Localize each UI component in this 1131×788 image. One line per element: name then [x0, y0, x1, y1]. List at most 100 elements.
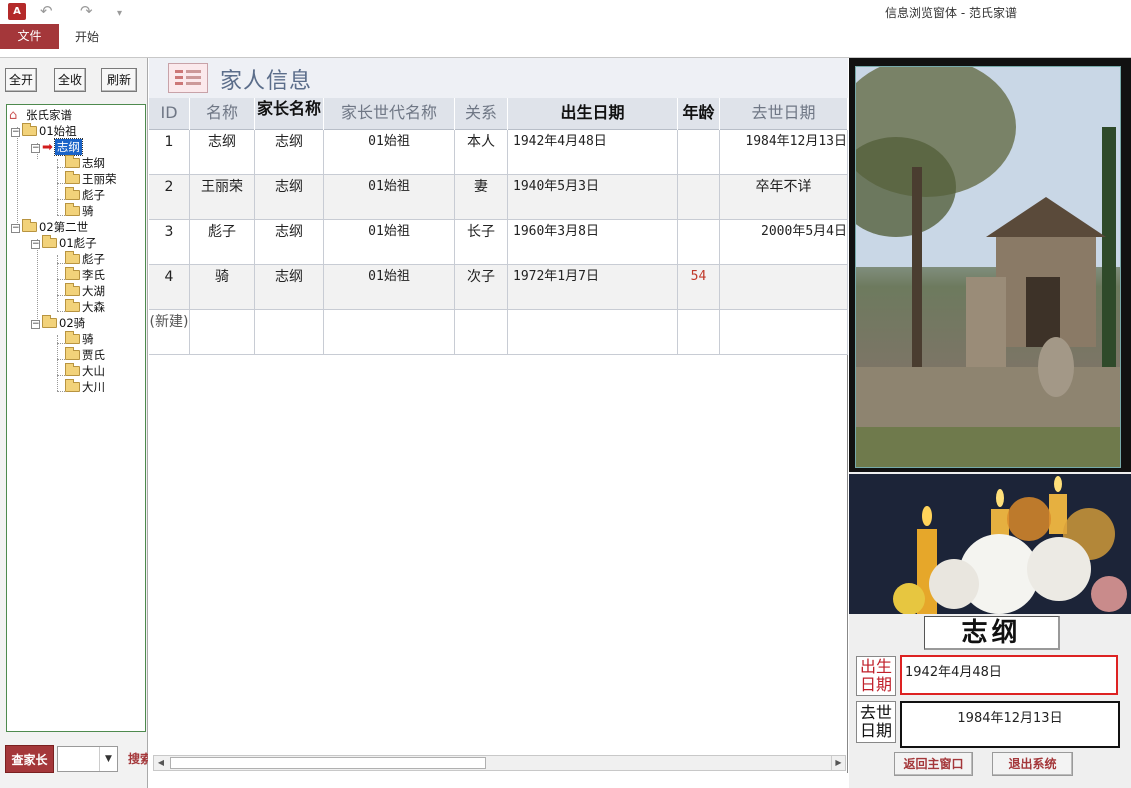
cell-age[interactable] — [678, 220, 720, 265]
new-record-label[interactable]: (新建) — [149, 310, 190, 355]
cell-head-name[interactable]: 志纲 — [255, 130, 324, 175]
cell-death-date[interactable] — [720, 265, 848, 310]
col-header-name[interactable]: 名称 — [190, 98, 255, 130]
cell-relation[interactable]: 本人 — [455, 130, 508, 175]
cell-death-date[interactable]: 卒年不详 — [720, 175, 848, 220]
col-header-death-date[interactable]: 去世日期 — [720, 98, 848, 130]
col-header-id[interactable]: ID — [149, 98, 190, 130]
cell-id[interactable]: 3 — [149, 220, 190, 265]
col-header-birth-date[interactable]: 出生日期 — [508, 98, 678, 130]
cell-empty[interactable] — [324, 310, 455, 355]
cell-empty[interactable] — [508, 310, 678, 355]
title-bar: A ↶ ↷ ▾ 信息浏览窗体 - 范氏家谱 — [0, 0, 1131, 24]
col-header-age[interactable]: 年龄 — [678, 98, 720, 130]
tree-node[interactable]: 大山 — [65, 363, 105, 379]
chevron-down-icon[interactable]: ▼ — [99, 747, 117, 771]
cell-id[interactable]: 2 — [149, 175, 190, 220]
tab-home[interactable]: 开始 — [75, 28, 99, 45]
access-app-icon[interactable]: A — [8, 3, 26, 20]
tree-node[interactable]: 彪子 — [65, 251, 105, 267]
cell-head-name[interactable]: 志纲 — [255, 220, 324, 265]
tree-node[interactable]: 王丽荣 — [65, 171, 117, 187]
col-header-relation[interactable]: 关系 — [455, 98, 508, 130]
cell-name[interactable]: 王丽荣 — [190, 175, 255, 220]
cell-birth-date[interactable]: 1960年3月8日 — [508, 220, 678, 265]
cell-birth-date[interactable]: 1940年5月3日 — [508, 175, 678, 220]
find-head-button[interactable]: 查家长 — [5, 745, 54, 773]
cell-birth-date[interactable]: 1942年4月48日 — [508, 130, 678, 175]
new-record-row[interactable]: (新建) — [149, 310, 848, 355]
return-main-window-button[interactable]: 返回主窗口 — [894, 752, 973, 776]
scroll-right-icon[interactable]: ▶ — [831, 756, 845, 770]
cell-head-name[interactable]: 志纲 — [255, 175, 324, 220]
cell-name[interactable]: 志纲 — [190, 130, 255, 175]
tree-node-generation[interactable]: − 01始祖 — [11, 123, 77, 139]
scroll-left-icon[interactable]: ◀ — [154, 756, 168, 770]
cell-empty[interactable] — [255, 310, 324, 355]
cell-empty[interactable] — [190, 310, 255, 355]
collapse-toggle-icon[interactable]: − — [31, 144, 40, 153]
tab-file[interactable]: 文件 — [0, 24, 59, 49]
cell-name[interactable]: 骑 — [190, 265, 255, 310]
cell-id[interactable]: 4 — [149, 265, 190, 310]
table-row[interactable]: 2 王丽荣 志纲 01始祖 妻 1940年5月3日 卒年不详 — [149, 175, 848, 220]
cell-id[interactable]: 1 — [149, 130, 190, 175]
search-button[interactable]: 搜索 — [128, 750, 148, 767]
cell-generation[interactable]: 01始祖 — [324, 175, 455, 220]
death-date-field[interactable]: 1984年12月13日 — [900, 701, 1120, 748]
tree-node[interactable]: 彪子 — [65, 187, 105, 203]
tree-node[interactable]: 贾氏 — [65, 347, 105, 363]
col-header-generation[interactable]: 家长世代名称 — [324, 98, 455, 130]
tree-node[interactable]: 大森 — [65, 299, 105, 315]
tree-node-generation[interactable]: − 02第二世 — [11, 219, 88, 235]
redo-icon[interactable]: ↷ — [80, 2, 93, 20]
family-tree-view[interactable]: ⌂ 张氏家谱 −01始祖 − ➡ 志纲 志纲 王丽荣 彪子 骑 −02第二世 − 01彪… — [6, 104, 146, 732]
cell-death-date[interactable]: 2000年5月4日 — [720, 220, 848, 265]
tree-node-branch[interactable]: − 02骑 — [31, 315, 85, 331]
cell-age[interactable]: 54 — [678, 265, 720, 310]
cell-generation[interactable]: 01始祖 — [324, 220, 455, 265]
tree-label: 01彪子 — [59, 236, 97, 250]
cell-name[interactable]: 彪子 — [190, 220, 255, 265]
table-row[interactable]: 1 志纲 志纲 01始祖 本人 1942年4月48日 1984年12月13日 — [149, 130, 848, 175]
cell-birth-date[interactable]: 1972年1月7日 — [508, 265, 678, 310]
horizontal-scrollbar[interactable]: ◀ ▶ — [153, 755, 846, 771]
col-header-head-name[interactable]: 家长名称 — [255, 98, 324, 130]
cell-age[interactable] — [678, 175, 720, 220]
expand-all-button[interactable]: 全开 — [5, 68, 37, 92]
table-row[interactable]: 4 骑 志纲 01始祖 次子 1972年1月7日 54 — [149, 265, 848, 310]
tree-node[interactable]: 志纲 — [65, 155, 105, 171]
cell-empty[interactable] — [678, 310, 720, 355]
cell-empty[interactable] — [720, 310, 848, 355]
tree-root[interactable]: ⌂ 张氏家谱 — [9, 107, 72, 123]
cell-head-name[interactable]: 志纲 — [255, 265, 324, 310]
cell-relation[interactable]: 妻 — [455, 175, 508, 220]
scroll-thumb[interactable] — [170, 757, 486, 769]
tree-node-branch[interactable]: − 01彪子 — [31, 235, 97, 251]
birth-date-field[interactable]: 1942年4月48日 — [900, 655, 1118, 695]
cell-generation[interactable]: 01始祖 — [324, 265, 455, 310]
refresh-button[interactable]: 刷新 — [101, 68, 137, 92]
tree-node[interactable]: 李氏 — [65, 267, 105, 283]
collapse-toggle-icon[interactable]: − — [31, 240, 40, 249]
cell-death-date[interactable]: 1984年12月13日 — [720, 130, 848, 175]
tree-node[interactable]: 骑 — [65, 203, 94, 219]
collapse-toggle-icon[interactable]: − — [31, 320, 40, 329]
tree-node[interactable]: 大湖 — [65, 283, 105, 299]
table-row[interactable]: 3 彪子 志纲 01始祖 长子 1960年3月8日 2000年5月4日 — [149, 220, 848, 265]
cell-relation[interactable]: 次子 — [455, 265, 508, 310]
undo-icon[interactable]: ↶ — [40, 2, 53, 20]
cell-empty[interactable] — [455, 310, 508, 355]
exit-system-button[interactable]: 退出系统 — [992, 752, 1073, 776]
collapse-all-button[interactable]: 全收 — [54, 68, 86, 92]
tree-node[interactable]: 骑 — [65, 331, 94, 347]
collapse-toggle-icon[interactable]: − — [11, 128, 20, 137]
cell-relation[interactable]: 长子 — [455, 220, 508, 265]
customize-quick-access-icon[interactable]: ▾ — [117, 5, 122, 23]
cell-generation[interactable]: 01始祖 — [324, 130, 455, 175]
tree-node-selected[interactable]: − ➡ 志纲 — [31, 138, 83, 156]
collapse-toggle-icon[interactable]: − — [11, 224, 20, 233]
tree-node[interactable]: 大川 — [65, 379, 105, 395]
cell-age[interactable] — [678, 130, 720, 175]
head-combo-box[interactable]: ▼ — [57, 746, 118, 772]
